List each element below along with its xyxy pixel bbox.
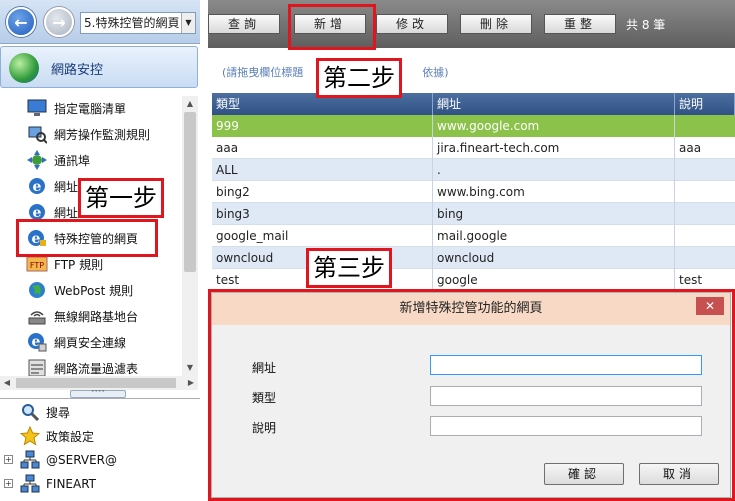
table-row[interactable]: aaa jira.fineart-tech.com aaa bbox=[212, 137, 735, 159]
ftp-icon: FTP bbox=[26, 253, 48, 275]
group-by-hint: (請拖曳欄位標題 依據) bbox=[212, 56, 732, 90]
close-icon[interactable]: ✕ bbox=[696, 297, 724, 315]
tree-item-policy-settings[interactable]: 政策設定 bbox=[20, 425, 94, 447]
expand-plus-icon[interactable]: + bbox=[4, 479, 13, 488]
record-count: 共 8 筆 bbox=[626, 18, 666, 32]
dialog-titlebar[interactable]: 新增特殊控管功能的網頁 ✕ bbox=[212, 293, 730, 325]
back-arrow-icon[interactable]: ← bbox=[6, 7, 36, 37]
tree-item-network-monitor-rules[interactable]: 網芳操作監測規則 bbox=[26, 122, 176, 146]
toolbar: 查詢 新增 修改 刪除 重整 共 8 筆 bbox=[208, 0, 735, 48]
tree-item-computer-list[interactable]: 指定電腦清單 bbox=[26, 96, 176, 120]
globe-icon bbox=[9, 53, 39, 83]
port-icon bbox=[26, 149, 48, 171]
tree-item-webpost-rules[interactable]: WebPost 規則 bbox=[26, 278, 176, 302]
add-button[interactable]: 新增 bbox=[294, 14, 366, 34]
globe-icon bbox=[26, 279, 48, 301]
edit-button[interactable]: 修改 bbox=[376, 14, 448, 34]
expand-plus-icon[interactable]: + bbox=[4, 455, 13, 464]
server-group-icon bbox=[20, 474, 40, 494]
svg-text:e: e bbox=[32, 231, 41, 247]
column-header-note[interactable]: 說明 bbox=[675, 93, 735, 115]
magnifier-icon bbox=[20, 402, 40, 422]
monitor-icon bbox=[26, 97, 48, 119]
pane-splitter-handle[interactable]: ˇˇˇˇ bbox=[70, 390, 126, 398]
navigation-bar: ← → 5.特殊控管的網頁 ▼ bbox=[0, 0, 200, 44]
step1-label: 第一步 bbox=[78, 178, 164, 218]
ie-icon: e bbox=[26, 175, 48, 197]
tree-item-search[interactable]: 搜尋 bbox=[20, 401, 70, 423]
chevron-right-icon[interactable]: ▶ bbox=[184, 376, 198, 390]
wireless-icon bbox=[26, 305, 48, 327]
tree-item-special-pages[interactable]: e 特殊控管的網頁 bbox=[26, 226, 176, 250]
type-label: 類型 bbox=[252, 391, 277, 405]
ok-button[interactable]: 確認 bbox=[544, 463, 624, 485]
cancel-button[interactable]: 取消 bbox=[639, 463, 719, 485]
ie-secure-icon: e bbox=[26, 331, 48, 353]
note-input[interactable] bbox=[430, 416, 702, 436]
ie-lock-icon: e bbox=[26, 227, 48, 249]
table-row[interactable]: owncloud owncloud bbox=[212, 247, 735, 269]
function-tree: 指定電腦清單 網芳操作監測規則 通訊埠 e 網址 e 網址 e 特殊控管的網頁 … bbox=[0, 96, 182, 377]
table-row[interactable]: google_mail mail.google bbox=[212, 225, 735, 247]
delete-button[interactable]: 刪除 bbox=[460, 14, 532, 34]
step2-label: 第二步 bbox=[316, 58, 402, 98]
table-row[interactable]: bing2 www.bing.com bbox=[212, 181, 735, 203]
network-monitor-icon bbox=[26, 123, 48, 145]
dialog-title: 新增特殊控管功能的網頁 bbox=[399, 301, 543, 316]
url-label: 網址 bbox=[252, 361, 277, 375]
svg-text:FTP: FTP bbox=[30, 261, 44, 270]
tree-item-ftp-rules[interactable]: FTP FTP 規則 bbox=[26, 252, 176, 276]
tree-horizontal-scrollbar[interactable]: ◀ ▶ bbox=[0, 376, 198, 390]
query-button[interactable]: 查詢 bbox=[208, 14, 280, 34]
breadcrumb-text: 5.特殊控管的網頁 bbox=[84, 16, 180, 30]
table-row[interactable]: test google test bbox=[212, 269, 735, 291]
tree-vertical-scrollbar[interactable]: ▲ ▼ bbox=[182, 96, 198, 376]
chevron-down-icon[interactable]: ▼ bbox=[182, 360, 198, 376]
table-row[interactable]: 999 www.google.com bbox=[212, 115, 735, 137]
server-group-icon bbox=[20, 450, 40, 470]
tree-item-secure-connection[interactable]: e 網頁安全連線 bbox=[26, 330, 176, 354]
breadcrumb-dropdown[interactable]: 5.特殊控管的網頁 ▼ bbox=[80, 12, 196, 34]
tree-item-ports[interactable]: 通訊埠 bbox=[26, 148, 176, 172]
table-row[interactable]: bing3 bing bbox=[212, 203, 735, 225]
tree-item-server-group[interactable]: @SERVER@ bbox=[20, 449, 117, 471]
column-header-url[interactable]: 網址 bbox=[433, 93, 675, 115]
chevron-left-icon[interactable]: ◀ bbox=[0, 376, 14, 390]
url-input[interactable] bbox=[430, 355, 702, 375]
type-input[interactable] bbox=[430, 386, 702, 406]
left-pane: ← → 5.特殊控管的網頁 ▼ 網路安控 指定電腦清單 網芳操作監測規則 通訊埠… bbox=[0, 0, 200, 501]
add-special-page-dialog: 新增特殊控管功能的網頁 ✕ 網址 類型 說明 確認 取消 bbox=[211, 292, 731, 498]
step3-label: 第三步 bbox=[306, 248, 392, 288]
scrollbar-thumb[interactable] bbox=[184, 112, 196, 272]
reorder-button[interactable]: 重整 bbox=[544, 14, 616, 34]
tree-item-wireless-ap[interactable]: 無線網路基地台 bbox=[26, 304, 176, 328]
section-title: 網路安控 bbox=[51, 63, 104, 78]
scrollbar-thumb[interactable] bbox=[16, 378, 176, 388]
svg-text:e: e bbox=[33, 179, 42, 195]
forward-arrow-icon[interactable]: → bbox=[44, 7, 74, 37]
hint-text-left: (請拖曳欄位標題 bbox=[222, 66, 304, 79]
bottom-tree: 搜尋 政策設定 + @SERVER@ + FINEART bbox=[0, 398, 200, 501]
ie-icon: e bbox=[26, 201, 48, 223]
section-header-network-security[interactable]: 網路安控 bbox=[0, 46, 198, 88]
star-icon bbox=[20, 426, 40, 446]
hint-text-right: 依據) bbox=[422, 66, 449, 79]
svg-text:e: e bbox=[33, 205, 42, 221]
table-row[interactable]: ALL . bbox=[212, 159, 735, 181]
chevron-down-icon[interactable]: ▼ bbox=[181, 13, 195, 33]
note-label: 說明 bbox=[252, 421, 277, 435]
chevron-up-icon[interactable]: ▲ bbox=[182, 96, 198, 112]
grid-header-row: 類型 網址 說明 bbox=[212, 93, 735, 115]
tree-item-fineart-group[interactable]: FINEART bbox=[20, 473, 96, 495]
